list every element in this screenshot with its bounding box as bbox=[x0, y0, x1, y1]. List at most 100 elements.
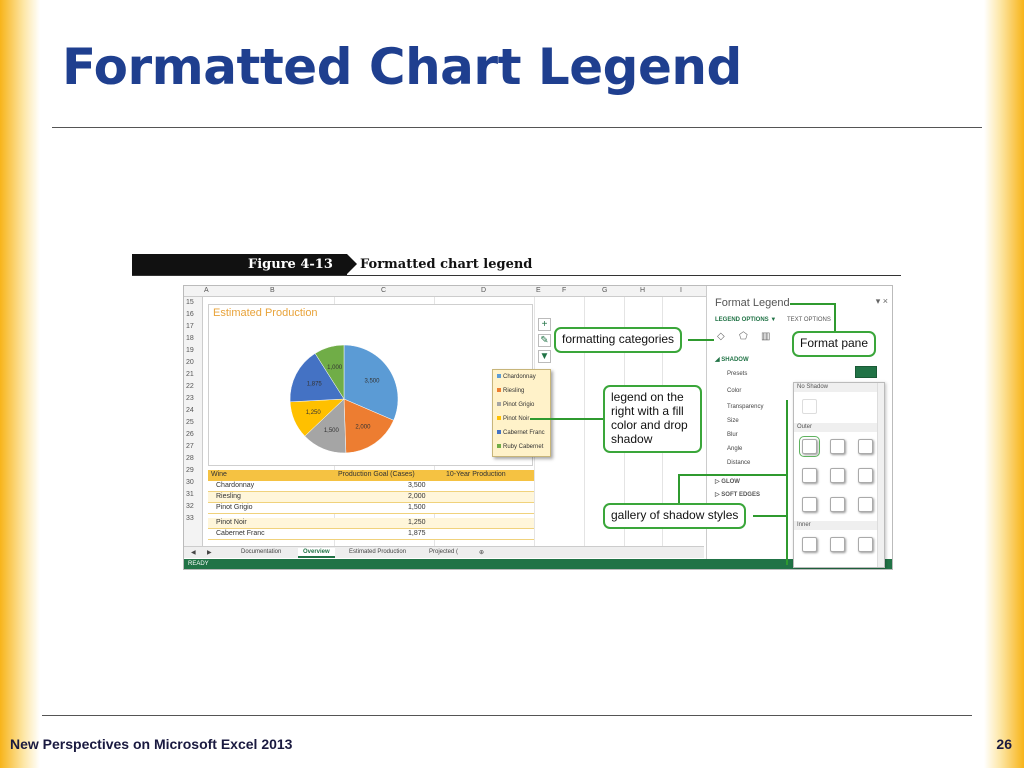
field-distance: Distance bbox=[727, 460, 751, 466]
new-sheet-plus-icon[interactable]: ⊕ bbox=[474, 548, 489, 558]
table-cell[interactable]: Chardonnay bbox=[216, 482, 254, 489]
legend-item-pinot-grigio: Pinot Grigio bbox=[497, 402, 534, 408]
column-header[interactable]: H bbox=[640, 287, 645, 294]
footer-divider bbox=[42, 715, 972, 716]
table-cell[interactable]: Pinot Grigio bbox=[216, 504, 253, 511]
pie-chart[interactable]: 3,500 2,000 1,500 1,250 1,875 1,000 bbox=[284, 339, 414, 459]
gallery-bracket bbox=[786, 400, 788, 565]
table-cell[interactable]: 1,250 bbox=[408, 519, 426, 526]
row-number[interactable]: 21 bbox=[186, 371, 194, 378]
row-number[interactable]: 22 bbox=[186, 383, 194, 390]
row-number[interactable]: 23 bbox=[186, 395, 194, 402]
gallery-scrollbar[interactable] bbox=[877, 383, 884, 567]
section-shadow[interactable]: ◢ SHADOW bbox=[715, 356, 749, 363]
field-transparency: Transparency bbox=[727, 404, 764, 410]
table-cell[interactable]: Cabernet Franc bbox=[216, 530, 265, 537]
row-number[interactable]: 27 bbox=[186, 443, 194, 450]
shadow-option-outer[interactable] bbox=[858, 497, 873, 512]
shadow-option-none[interactable] bbox=[802, 399, 817, 414]
table-row[interactable]: Pinot Noir 1,250 bbox=[208, 518, 534, 529]
column-header[interactable]: F bbox=[562, 287, 566, 294]
row-number[interactable]: 24 bbox=[186, 407, 194, 414]
sheet-tab-projected[interactable]: Projected ( bbox=[424, 548, 463, 558]
column-header[interactable]: C bbox=[381, 287, 386, 294]
table-cell[interactable]: 2,000 bbox=[408, 493, 426, 500]
legend-item-ruby-cabernet: Ruby Cabernet bbox=[497, 444, 543, 450]
chart-styles-brush-icon[interactable]: ✎ bbox=[538, 334, 551, 347]
table-row[interactable]: Pinot Grigio 1,500 bbox=[208, 503, 534, 514]
column-header[interactable]: E bbox=[536, 287, 541, 294]
effects-icon[interactable]: ⬠ bbox=[739, 331, 748, 342]
legend-options-icon[interactable]: ▥ bbox=[761, 331, 770, 342]
section-glow[interactable]: ▷ GLOW bbox=[715, 478, 740, 485]
sheet-tab-estimated-production[interactable]: Estimated Production bbox=[344, 548, 411, 558]
row-number-column: 15 16 17 18 19 20 21 22 23 24 25 26 27 2… bbox=[184, 297, 203, 547]
column-header[interactable]: I bbox=[680, 287, 682, 294]
table-header-row: Wine Production Goal (Cases) 10-Year Pro… bbox=[208, 470, 534, 481]
chart-filters-funnel-icon[interactable]: ▼ bbox=[538, 350, 551, 363]
row-number[interactable]: 20 bbox=[186, 359, 194, 366]
row-number[interactable]: 25 bbox=[186, 419, 194, 426]
shadow-option-outer[interactable] bbox=[858, 468, 873, 483]
row-number[interactable]: 29 bbox=[186, 467, 194, 474]
tab-text-options[interactable]: TEXT OPTIONS bbox=[787, 317, 831, 323]
pie-chart-area[interactable]: Estimated Production 3,500 2,000 1,500 1,25… bbox=[208, 304, 551, 466]
row-number[interactable]: 19 bbox=[186, 347, 194, 354]
table-cell[interactable]: Pinot Noir bbox=[216, 519, 247, 526]
table-row[interactable]: Chardonnay 3,500 bbox=[208, 481, 534, 492]
chart-elements-plus-icon[interactable]: + bbox=[538, 318, 551, 331]
row-number[interactable]: 15 bbox=[186, 299, 194, 306]
column-header[interactable]: G bbox=[602, 287, 607, 294]
table-row[interactable]: Riesling 2,000 bbox=[208, 492, 534, 503]
shadow-option-inner[interactable] bbox=[802, 537, 817, 552]
page-number: 26 bbox=[996, 736, 1012, 752]
row-number[interactable]: 28 bbox=[186, 455, 194, 462]
column-header[interactable]: D bbox=[481, 287, 486, 294]
table-header[interactable]: Wine bbox=[211, 471, 227, 478]
row-number[interactable]: 32 bbox=[186, 503, 194, 510]
table-cell[interactable]: 1,875 bbox=[408, 530, 426, 537]
shadow-option-inner[interactable] bbox=[858, 537, 873, 552]
table-cell[interactable]: Riesling bbox=[216, 493, 241, 500]
row-number[interactable]: 33 bbox=[186, 515, 194, 522]
shadow-option-outer[interactable] bbox=[830, 497, 845, 512]
shadow-option-outer[interactable] bbox=[802, 468, 817, 483]
callout-legend-note: legend on the right with a fill color an… bbox=[603, 385, 702, 453]
table-header[interactable]: Production Goal (Cases) bbox=[338, 471, 415, 478]
shadow-option-outer[interactable] bbox=[802, 497, 817, 512]
chart-legend[interactable]: Chardonnay Riesling Pinot Grigio Pinot N… bbox=[492, 369, 551, 457]
shadow-option-outer[interactable] bbox=[830, 468, 845, 483]
row-number[interactable]: 18 bbox=[186, 335, 194, 342]
table-header[interactable]: 10-Year Production bbox=[446, 471, 506, 478]
row-number[interactable]: 26 bbox=[186, 431, 194, 438]
pie-data-label: 1,875 bbox=[307, 382, 323, 388]
field-color: Color bbox=[727, 388, 742, 394]
section-soft-edges[interactable]: ▷ SOFT EDGES bbox=[715, 491, 760, 498]
shadow-option-outer[interactable] bbox=[830, 439, 845, 454]
legend-label: Pinot Grigio bbox=[503, 402, 535, 408]
row-number[interactable]: 16 bbox=[186, 311, 194, 318]
fill-line-icon[interactable]: ◇ bbox=[717, 331, 725, 342]
pane-close-icon[interactable]: ▾ × bbox=[876, 296, 888, 307]
row-number[interactable]: 31 bbox=[186, 491, 194, 498]
chart-title[interactable]: Estimated Production bbox=[213, 307, 318, 319]
status-text: READY bbox=[188, 561, 209, 567]
slide-left-band bbox=[0, 0, 40, 768]
shadow-option-outer[interactable] bbox=[858, 439, 873, 454]
column-header[interactable]: B bbox=[270, 287, 275, 294]
row-number[interactable]: 30 bbox=[186, 479, 194, 486]
presets-dropdown-button[interactable] bbox=[855, 366, 877, 378]
scroll-left-icon[interactable]: ◀ bbox=[186, 548, 201, 558]
scroll-right-icon[interactable]: ▶ bbox=[202, 548, 217, 558]
column-header[interactable]: A bbox=[204, 287, 209, 294]
shadow-option-outer[interactable] bbox=[799, 436, 820, 457]
sheet-tab-overview[interactable]: Overview bbox=[298, 548, 335, 558]
tab-legend-options[interactable]: LEGEND OPTIONS ▼ bbox=[715, 317, 776, 323]
row-number[interactable]: 17 bbox=[186, 323, 194, 330]
table-cell[interactable]: 3,500 bbox=[408, 482, 426, 489]
table-cell[interactable]: 1,500 bbox=[408, 504, 426, 511]
table-row[interactable]: Cabernet Franc 1,875 bbox=[208, 529, 534, 540]
figure-band-arrow bbox=[347, 254, 357, 274]
sheet-tab-documentation[interactable]: Documentation bbox=[236, 548, 286, 558]
shadow-option-inner[interactable] bbox=[830, 537, 845, 552]
